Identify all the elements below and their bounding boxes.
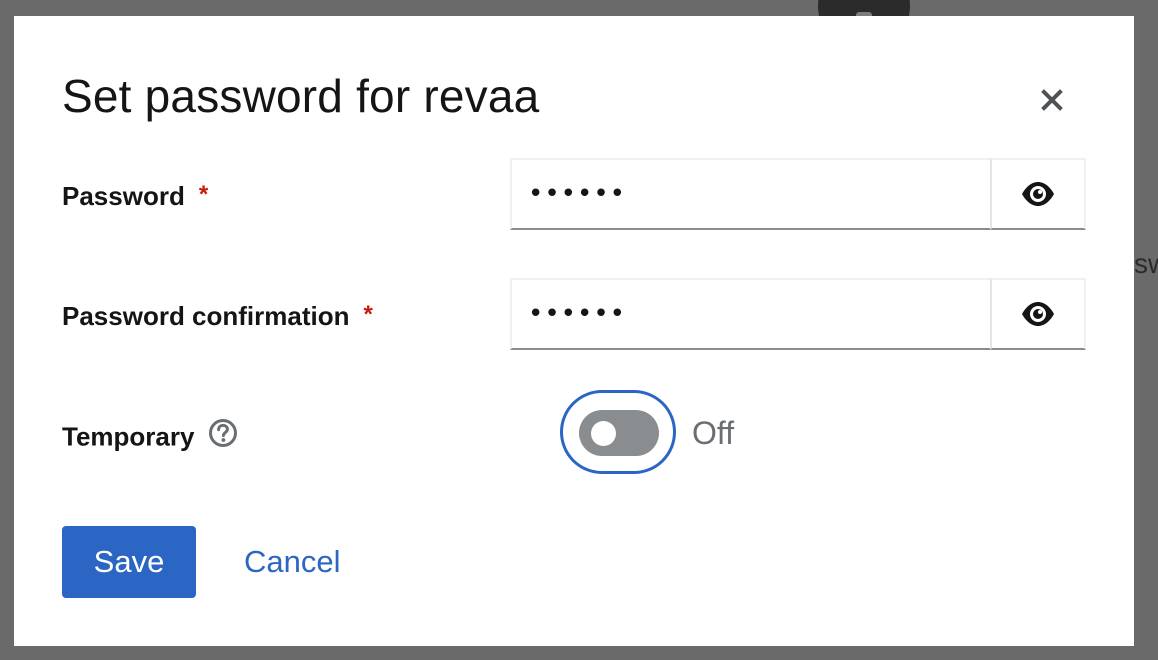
eye-icon xyxy=(1022,182,1054,206)
show-password-button[interactable] xyxy=(990,158,1086,230)
password-input-group xyxy=(510,158,1086,230)
password-label-text: Password xyxy=(62,181,185,211)
help-icon[interactable] xyxy=(208,418,238,455)
temporary-switch[interactable] xyxy=(560,390,676,474)
eye-icon xyxy=(1022,302,1054,326)
switch-track xyxy=(579,410,659,456)
set-password-dialog: Set password for revaa Password * Passwor… xyxy=(14,16,1134,646)
required-marker: * xyxy=(198,181,209,208)
temporary-label-text: Temporary xyxy=(62,421,195,452)
password-confirmation-label: Password confirmation * xyxy=(62,300,373,334)
password-confirmation-input[interactable] xyxy=(510,278,990,350)
temporary-switch-state: Off xyxy=(692,415,735,451)
password-label: Password * xyxy=(62,180,208,214)
dialog-title: Set password for revaa xyxy=(62,70,540,122)
temporary-label: Temporary xyxy=(62,418,238,457)
password-confirmation-input-group xyxy=(510,278,1086,350)
password-confirmation-label-text: Password confirmation xyxy=(62,301,350,331)
show-password-confirmation-button[interactable] xyxy=(990,278,1086,350)
cancel-button[interactable]: Cancel xyxy=(230,526,355,598)
switch-knob xyxy=(591,421,616,446)
background-partial-text: sw xyxy=(1134,248,1158,279)
save-button[interactable]: Save xyxy=(62,526,196,598)
close-icon xyxy=(1041,89,1063,111)
password-input[interactable] xyxy=(510,158,990,230)
required-marker: * xyxy=(363,301,373,328)
close-button[interactable] xyxy=(1030,78,1074,122)
